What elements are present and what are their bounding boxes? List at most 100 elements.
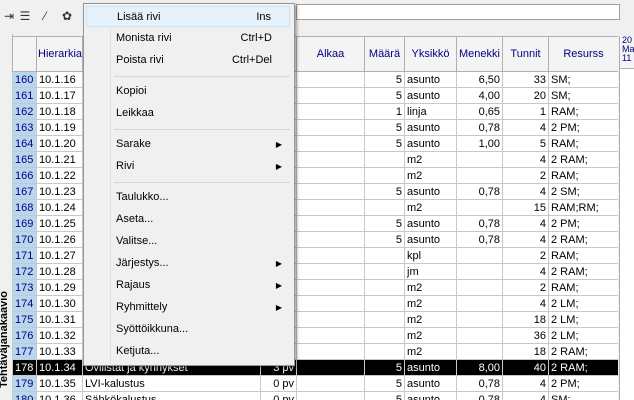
resources-cell[interactable]: RAM; [548, 279, 618, 296]
consumption-cell[interactable]: 6,50 [456, 71, 503, 88]
row-number[interactable]: 170 [12, 231, 37, 248]
row-number[interactable]: 174 [12, 295, 37, 312]
unit-cell[interactable]: asunto [404, 87, 457, 104]
hours-cell[interactable]: 4 [502, 215, 549, 232]
unit-cell[interactable]: m2 [404, 199, 457, 216]
row-number[interactable]: 161 [12, 87, 37, 104]
menu-item-järjestys[interactable]: Järjestys... ▶ [86, 253, 290, 274]
hierarchy-cell[interactable]: 10.1.27 [36, 247, 83, 264]
hierarchy-cell[interactable]: 10.1.16 [36, 71, 83, 88]
quantity-cell[interactable]: 5 [364, 71, 405, 88]
consumption-cell[interactable]: 0,78 [456, 375, 503, 392]
hierarchy-cell[interactable]: 10.1.21 [36, 151, 83, 168]
row-number[interactable]: 164 [12, 135, 37, 152]
resources-cell[interactable]: 2 RAM; [548, 151, 618, 168]
quantity-cell[interactable]: 5 [364, 375, 405, 392]
consumption-cell[interactable]: 0,78 [456, 119, 503, 136]
hours-cell[interactable]: 2 [502, 279, 549, 296]
unit-cell[interactable]: m2 [404, 295, 457, 312]
quantity-cell[interactable] [364, 279, 405, 296]
menu-item-sarake[interactable]: Sarake ▶ [86, 134, 290, 155]
resources-cell[interactable]: 2 RAM; [548, 263, 618, 280]
unit-cell[interactable]: m2 [404, 151, 457, 168]
quantity-cell[interactable] [364, 343, 405, 360]
unit-cell[interactable]: asunto [404, 375, 457, 392]
quantity-cell[interactable]: 5 [364, 135, 405, 152]
consumption-cell[interactable] [456, 199, 503, 216]
table-row[interactable]: 179 10.1.35 LVI-kalustus 0 pv 5 asunto 0,78 4 2 … [12, 375, 618, 392]
consumption-cell[interactable] [456, 151, 503, 168]
start-cell[interactable] [296, 343, 365, 360]
row-number[interactable]: 162 [12, 103, 37, 120]
menu-item-kopioi[interactable]: Kopioi [86, 81, 290, 102]
consumption-cell[interactable]: 0,78 [456, 183, 503, 200]
hours-cell[interactable]: 4 [502, 119, 549, 136]
start-cell[interactable] [296, 295, 365, 312]
start-cell[interactable] [296, 183, 365, 200]
hours-cell[interactable]: 4 [502, 183, 549, 200]
row-number[interactable]: 169 [12, 215, 37, 232]
resources-cell[interactable]: RAM; [548, 103, 618, 120]
quantity-cell[interactable] [364, 327, 405, 344]
start-cell[interactable] [296, 135, 365, 152]
start-cell[interactable] [296, 279, 365, 296]
resources-cell[interactable]: 2 PM; [548, 119, 618, 136]
quantity-cell[interactable] [364, 311, 405, 328]
consumption-cell[interactable] [456, 263, 503, 280]
unit-cell[interactable]: jm [404, 263, 457, 280]
consumption-cell[interactable]: 0,78 [456, 231, 503, 248]
menu-item-lisää-rivi[interactable]: Lisää rivi Ins [86, 6, 290, 27]
start-cell[interactable] [296, 71, 365, 88]
hierarchy-cell[interactable]: 10.1.30 [36, 295, 83, 312]
row-number[interactable]: 175 [12, 311, 37, 328]
hours-cell[interactable]: 4 [502, 231, 549, 248]
unit-cell[interactable]: asunto [404, 183, 457, 200]
hierarchy-cell[interactable]: 10.1.31 [36, 311, 83, 328]
row-number[interactable]: 179 [12, 375, 37, 392]
quantity-cell[interactable]: 5 [364, 215, 405, 232]
row-number[interactable]: 173 [12, 279, 37, 296]
row-number[interactable]: 160 [12, 71, 37, 88]
start-cell[interactable] [296, 231, 365, 248]
quantity-cell[interactable]: 5 [364, 183, 405, 200]
row-number[interactable]: 168 [12, 199, 37, 216]
menu-item-poista-rivi[interactable]: Poista rivi Ctrl+Del [86, 50, 290, 71]
consumption-cell[interactable] [456, 279, 503, 296]
outdent-icon[interactable]: ☰ [16, 6, 34, 26]
unit-cell[interactable]: asunto [404, 71, 457, 88]
resources-cell[interactable]: SM; [548, 391, 618, 400]
menu-item-valitse[interactable]: Valitse... [86, 231, 290, 252]
quantity-cell[interactable] [364, 263, 405, 280]
hours-cell[interactable]: 4 [502, 151, 549, 168]
menu-item-rajaus[interactable]: Rajaus ▶ [86, 275, 290, 296]
consumption-cell[interactable] [456, 343, 503, 360]
hierarchy-cell[interactable]: 10.1.32 [36, 327, 83, 344]
hierarchy-cell[interactable]: 10.1.22 [36, 167, 83, 184]
row-number[interactable]: 176 [12, 327, 37, 344]
row-number[interactable]: 171 [12, 247, 37, 264]
quantity-cell[interactable] [364, 167, 405, 184]
resources-cell[interactable]: 2 LM; [548, 327, 618, 344]
hours-cell[interactable]: 20 [502, 87, 549, 104]
resources-cell[interactable]: SM; [548, 87, 618, 104]
hours-cell[interactable]: 15 [502, 199, 549, 216]
quantity-cell[interactable] [364, 151, 405, 168]
link-icon[interactable]: ⁄ [36, 6, 54, 26]
quantity-cell[interactable]: 5 [364, 359, 405, 376]
row-number[interactable]: 178 [12, 359, 37, 376]
hours-cell[interactable]: 4 [502, 295, 549, 312]
unit-cell[interactable]: m2 [404, 279, 457, 296]
hours-cell[interactable]: 2 [502, 247, 549, 264]
row-number[interactable]: 163 [12, 119, 37, 136]
row-number[interactable]: 177 [12, 343, 37, 360]
consumption-cell[interactable] [456, 327, 503, 344]
col-header-hierarchy[interactable]: Hierarkia [36, 36, 83, 72]
unit-cell[interactable]: m2 [404, 311, 457, 328]
resources-cell[interactable]: RAM; [548, 247, 618, 264]
hours-cell[interactable]: 1 [502, 103, 549, 120]
hierarchy-cell[interactable]: 10.1.20 [36, 135, 83, 152]
start-cell[interactable] [296, 103, 365, 120]
unit-cell[interactable]: m2 [404, 167, 457, 184]
resources-cell[interactable]: 2 LM; [548, 295, 618, 312]
unit-cell[interactable]: m2 [404, 343, 457, 360]
